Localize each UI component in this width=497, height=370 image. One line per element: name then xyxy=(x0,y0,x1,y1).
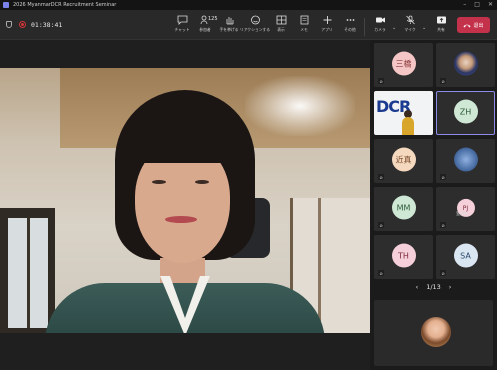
meeting-toolbar: 01:38:41 チャット 125 参加者 手を挙げる リアクションする 表示 … xyxy=(0,10,497,40)
mic-options-chevron-icon[interactable]: ⌄ xyxy=(422,25,426,31)
participant-video xyxy=(402,117,414,135)
mic-off-icon: ⊘ xyxy=(378,78,384,84)
mic-off-icon: ⊘ xyxy=(440,78,446,84)
avatar xyxy=(421,317,451,347)
participant-gallery: 三橋 ⊘ ⊘ DCR ZH 近真 ⊘ ⊘ MM ⊘ PJ ⊘ 室留中 TH ⊘ … xyxy=(370,40,497,370)
leave-button[interactable]: 退出 xyxy=(457,17,490,33)
participants-button[interactable]: 125 参加者 xyxy=(192,14,218,38)
avatar: 近真 xyxy=(391,147,416,172)
avatar xyxy=(453,51,478,76)
avatar: 三橋 xyxy=(391,51,416,76)
window-title: 2026 MyanmarDCR Recruitment Seminar xyxy=(13,2,117,8)
self-view-tile[interactable] xyxy=(374,300,493,366)
camera-button[interactable]: カメラ xyxy=(367,14,393,38)
more-button[interactable]: その他 xyxy=(337,14,363,38)
notes-icon xyxy=(300,15,308,24)
title-bar: 2026 MyanmarDCR Recruitment Seminar – □ … xyxy=(0,0,497,10)
maximize-button[interactable]: □ xyxy=(474,1,480,8)
participant-tile[interactable]: MM ⊘ xyxy=(374,187,433,231)
teams-app-icon xyxy=(3,2,9,8)
status-tag: 室留中 xyxy=(456,211,468,216)
mic-off-icon: ⊘ xyxy=(440,222,446,228)
mic-off-icon: ⊘ xyxy=(378,174,384,180)
recording-icon xyxy=(19,21,26,28)
mic-off-icon xyxy=(405,15,415,24)
shield-icon xyxy=(6,21,12,28)
gallery-pager: ‹ 1/13 › xyxy=(370,281,497,293)
camera-icon xyxy=(375,17,385,22)
avatar xyxy=(453,147,478,172)
close-button[interactable]: ✕ xyxy=(488,1,493,8)
reaction-button[interactable]: リアクションする xyxy=(240,14,270,38)
mic-off-icon: ⊘ xyxy=(378,270,384,276)
participant-tile[interactable]: 近真 ⊘ xyxy=(374,139,433,183)
share-icon xyxy=(436,16,446,23)
next-page-chevron-icon[interactable]: › xyxy=(449,283,452,291)
page-indicator: 1/13 xyxy=(426,283,441,291)
prev-page-chevron-icon[interactable]: ‹ xyxy=(416,283,419,291)
avatar: MM xyxy=(391,195,416,220)
more-icon xyxy=(346,18,354,21)
main-speaker-video[interactable] xyxy=(0,68,370,333)
share-button[interactable]: 共有 xyxy=(428,14,454,38)
raise-hand-icon xyxy=(226,16,233,24)
avatar: SA xyxy=(453,243,478,268)
participant-tile[interactable]: PJ ⊘ 室留中 xyxy=(436,187,495,231)
minimize-button[interactable]: – xyxy=(463,1,466,8)
hang-up-icon xyxy=(463,24,471,27)
mic-button[interactable]: マイク xyxy=(397,14,423,38)
apps-icon xyxy=(323,15,331,24)
avatar: TH xyxy=(391,243,416,268)
view-icon xyxy=(276,15,286,24)
meeting-timer: 01:38:41 xyxy=(31,21,63,29)
chat-icon xyxy=(177,15,187,25)
participant-tile[interactable]: 三橋 ⊘ xyxy=(374,43,433,87)
participant-tile[interactable]: SA ⊘ xyxy=(436,235,495,279)
reaction-icon xyxy=(250,15,260,24)
main-stage-background xyxy=(0,333,370,370)
toolbar-divider xyxy=(364,18,365,36)
participant-tile-selected[interactable]: ZH xyxy=(436,91,495,135)
participant-tile[interactable]: DCR xyxy=(374,91,433,135)
participant-tile[interactable]: ⊘ xyxy=(436,43,495,87)
mic-off-icon: ⊘ xyxy=(440,270,446,276)
mic-off-icon: ⊘ xyxy=(440,174,446,180)
participant-tile[interactable]: ⊘ xyxy=(436,139,495,183)
camera-options-chevron-icon[interactable]: ⌄ xyxy=(392,25,396,31)
avatar: ZH xyxy=(453,99,478,124)
raise-hand-button[interactable]: 手を挙げる xyxy=(216,14,242,38)
mic-off-icon: ⊘ xyxy=(378,222,384,228)
participant-tile[interactable]: TH ⊘ xyxy=(374,235,433,279)
